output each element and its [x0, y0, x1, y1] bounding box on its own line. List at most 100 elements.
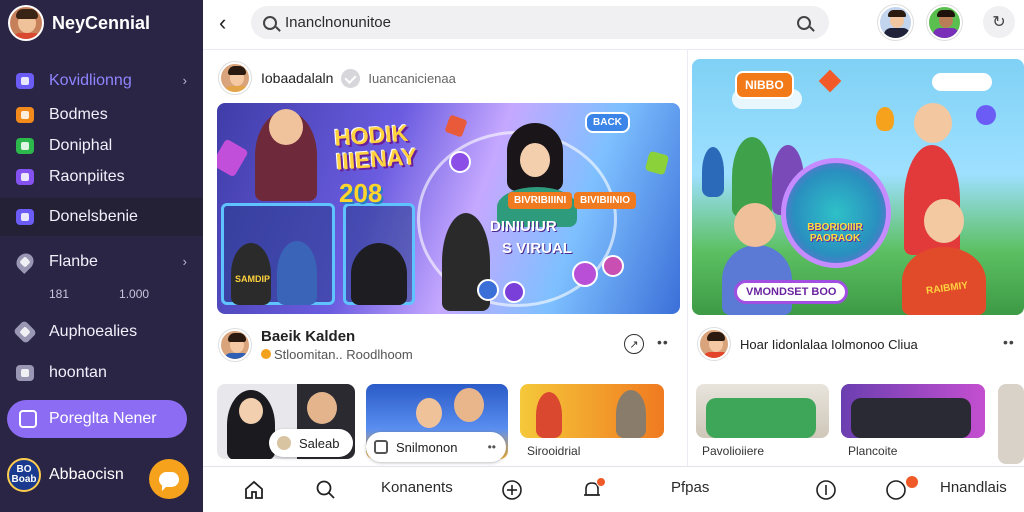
add-circle-icon[interactable]: [815, 479, 837, 501]
avatar[interactable]: [878, 5, 913, 40]
refresh-button[interactable]: ↻: [983, 6, 1015, 38]
sidebar-item-label: Kovidlionng: [49, 72, 132, 89]
author-name[interactable]: Baeik Kalden: [261, 328, 413, 345]
search-bar[interactable]: [251, 6, 829, 39]
edit-icon: [19, 410, 37, 428]
person-face: [520, 143, 550, 177]
hero-sub-line: DINIUIUR: [490, 218, 557, 235]
thumbnail-card[interactable]: [998, 384, 1024, 464]
sidebar-item-label: Bodmes: [49, 106, 108, 123]
post-meta: Stloomitan.. Roodlhoom: [261, 347, 413, 362]
author-avatar[interactable]: [698, 328, 730, 360]
bottom-nav-item[interactable]: Konanents: [381, 479, 453, 496]
sidebar-item-7[interactable]: hoontan: [0, 356, 203, 390]
column-divider: [687, 50, 688, 466]
more-options-icon[interactable]: ••: [657, 334, 669, 350]
bottom-nav-item[interactable]: Hnandlais: [940, 479, 1007, 496]
thumbnail-chip[interactable]: Saleab: [269, 429, 353, 457]
search-icon[interactable]: [315, 479, 337, 501]
home-icon[interactable]: [243, 479, 265, 501]
cta-label: Poreglta Nener: [49, 410, 157, 427]
diamond-icon: [12, 319, 38, 345]
more-options-icon[interactable]: ••: [488, 440, 496, 454]
sidebar-item-3[interactable]: Raonpiites: [0, 160, 203, 194]
camera-icon: [16, 73, 34, 89]
thumbnail-label: Sirooidrial: [527, 444, 581, 458]
banner-emblem: [781, 158, 891, 268]
music-note-icon: [572, 261, 598, 287]
bottom-bar: Konanents Pfpas Hnandlais: [203, 466, 1024, 512]
balloon-icon: [876, 107, 894, 131]
hero-number: 208: [339, 178, 383, 208]
music-disc-icon: [477, 279, 499, 301]
author-avatar[interactable]: [219, 329, 251, 361]
bottom-nav-item[interactable]: Pfpas: [671, 479, 709, 496]
sidebar-sub-values: 181 1.000: [49, 287, 149, 301]
notification-dot: [905, 475, 919, 489]
sidebar-item-5[interactable]: Flanbe ›: [0, 245, 203, 279]
more-options-icon[interactable]: ••: [1003, 334, 1015, 350]
share-icon: ↗: [629, 338, 639, 351]
search-submit-icon[interactable]: [797, 16, 811, 30]
top-bar: ‹ ↻: [203, 0, 1024, 50]
sidebar-item-2[interactable]: Doniphal: [0, 129, 203, 163]
author-avatar[interactable]: [219, 62, 251, 94]
sidebar-item-label: Donelsbenie: [49, 208, 138, 225]
sub-value: 1.000: [119, 287, 150, 301]
thumbnail-label: Plancoite: [848, 444, 898, 458]
person-face: [269, 109, 303, 145]
speech-badge: BACK: [585, 112, 630, 133]
sidebar-item-label: Raonpiites: [49, 168, 125, 185]
chat-icon[interactable]: [885, 479, 907, 501]
group-figure: [851, 398, 971, 438]
back-arrow-icon[interactable]: ‹: [219, 10, 226, 36]
person-figure: [702, 147, 724, 197]
thumbnail-card[interactable]: [696, 384, 829, 438]
thumbnail-card[interactable]: [520, 384, 664, 438]
hero-sub-line: S VIRUAL: [502, 240, 573, 257]
hero-subtitle: DINIUIUR S VIRUAL: [490, 216, 572, 260]
verified-icon: [341, 68, 361, 88]
sidebar-item-0[interactable]: Kovidlionng ›: [0, 64, 203, 98]
chat-button[interactable]: [149, 459, 189, 499]
cloud-icon: [932, 73, 992, 91]
hero-pill: BIVRIBIIINI: [508, 192, 573, 209]
author-name[interactable]: Iobaadalaln: [261, 70, 333, 86]
brand-avatar: [8, 5, 44, 41]
person-figure: [351, 243, 407, 305]
person-face: [734, 203, 776, 247]
sidebar-item-1[interactable]: Bodmes: [0, 98, 203, 132]
emblem-text: BBORIOIIIR PAORAOK: [807, 222, 863, 244]
thumbnail-chip[interactable]: Snilmonon ••: [366, 432, 506, 462]
brand[interactable]: NeyCennial: [8, 5, 150, 41]
sidebar-item-6[interactable]: Auphoealies: [0, 315, 203, 349]
profile[interactable]: BO Boab Abbaocisn: [7, 458, 124, 492]
chip-icon: [277, 436, 291, 450]
share-button[interactable]: ↗: [624, 334, 644, 354]
music-note-icon: [602, 255, 624, 277]
sidebar-item-4[interactable]: Donelsbenie: [0, 198, 203, 236]
add-icon[interactable]: [501, 479, 523, 501]
notification-dot: [596, 477, 606, 487]
search-input[interactable]: [285, 14, 765, 31]
post-meta-text: Stloomitan.. Roodlhoom: [274, 347, 413, 362]
pin-icon: [12, 249, 38, 275]
folder-icon: [16, 107, 34, 123]
thumbnail-card[interactable]: [841, 384, 985, 438]
frame-icon: [16, 169, 34, 185]
chevron-right-icon: ›: [182, 73, 187, 88]
sub-value: 181: [49, 287, 70, 301]
person-face: [454, 388, 484, 422]
chat-icon: [159, 471, 179, 491]
sidebar: NeyCennial Kovidlionng › Bodmes Doniphal…: [0, 0, 203, 512]
person-face: [239, 398, 263, 424]
thumbnail-label: Pavolioiiere: [702, 444, 765, 458]
author-name[interactable]: Hoar Iidonlalaa Iolmonoo Cliua: [740, 337, 918, 352]
person-face: [416, 398, 442, 428]
profile-avatar: BO Boab: [7, 458, 41, 492]
gear-icon: [16, 209, 34, 225]
brand-name: NeyCennial: [52, 12, 151, 33]
avatar[interactable]: [927, 5, 962, 40]
image-icon: [16, 365, 34, 381]
cta-button[interactable]: Poreglta Nener: [7, 400, 187, 438]
